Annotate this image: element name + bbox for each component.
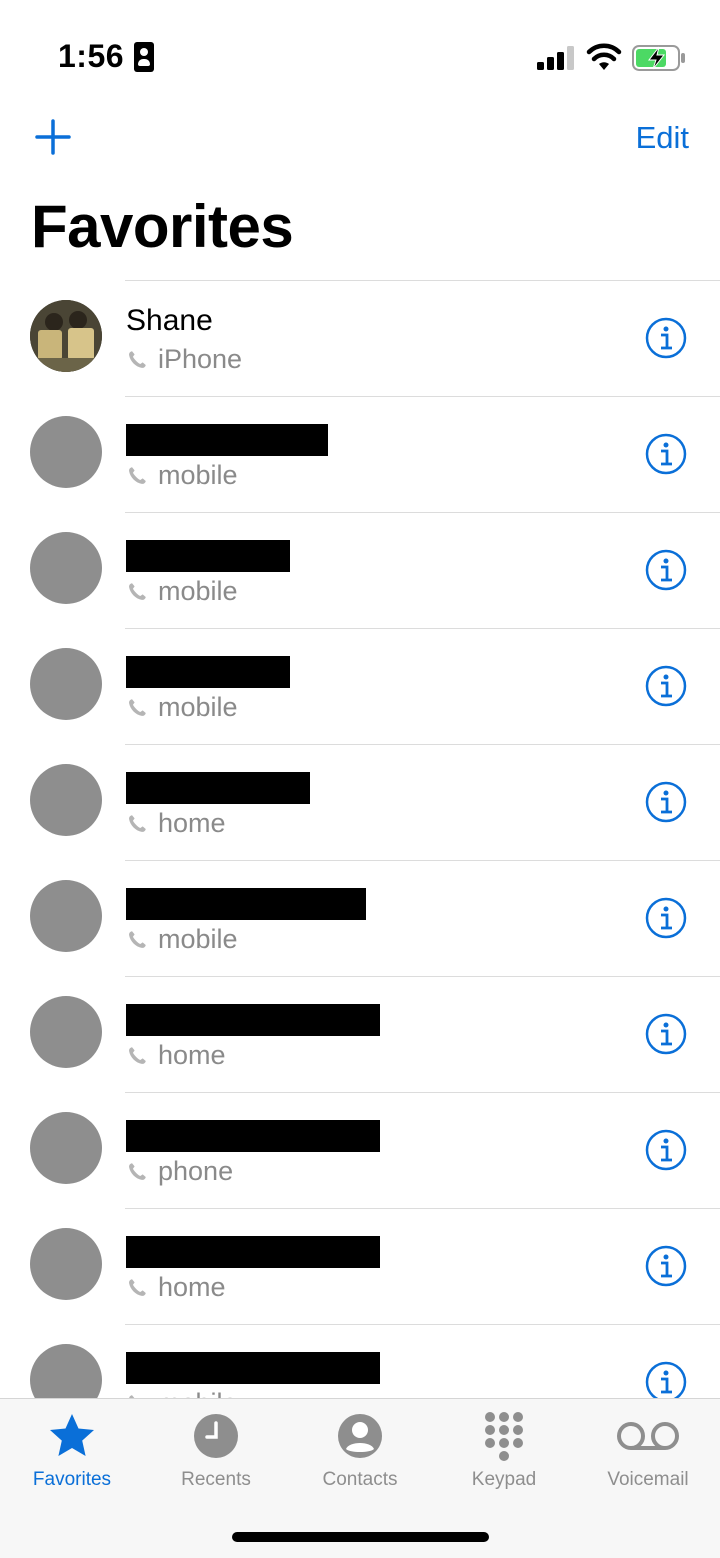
phone-label: home bbox=[158, 1272, 226, 1302]
avatar bbox=[30, 300, 102, 372]
redacted-name bbox=[126, 424, 328, 456]
keypad-icon bbox=[485, 1412, 523, 1461]
info-icon[interactable] bbox=[645, 1245, 687, 1287]
favorite-row[interactable]: phone bbox=[0, 1092, 720, 1208]
redacted-name bbox=[126, 1236, 380, 1268]
favorite-row[interactable]: mobile bbox=[0, 512, 720, 628]
info-icon[interactable] bbox=[645, 317, 687, 359]
phone-label: mobile bbox=[158, 576, 238, 606]
redacted-name bbox=[126, 1004, 380, 1036]
contact-subtitle: phone bbox=[126, 1156, 233, 1187]
phone-label: home bbox=[158, 1040, 226, 1070]
redacted-name bbox=[126, 656, 290, 688]
contact-subtitle: mobile bbox=[126, 924, 238, 955]
phone-icon bbox=[129, 698, 146, 716]
info-icon[interactable] bbox=[645, 1361, 687, 1403]
wifi-icon bbox=[586, 43, 622, 70]
favorite-row[interactable]: home bbox=[0, 976, 720, 1092]
tab-label: Keypad bbox=[471, 1469, 537, 1490]
page-title: Favorites bbox=[31, 193, 294, 260]
person-circle-icon bbox=[338, 1414, 382, 1458]
clock-icon bbox=[194, 1414, 238, 1458]
redacted-name bbox=[126, 1120, 380, 1152]
phone-label: iPhone bbox=[158, 344, 243, 374]
tab-label: Recents bbox=[181, 1469, 251, 1490]
favorite-row[interactable]: mobile bbox=[0, 396, 720, 512]
tab-voicemail[interactable]: Voicemail bbox=[576, 1411, 720, 1501]
avatar bbox=[30, 880, 102, 952]
tab-label: Favorites bbox=[32, 1469, 112, 1490]
phone-label: phone bbox=[158, 1156, 234, 1186]
tab-contacts[interactable]: Contacts bbox=[288, 1411, 432, 1501]
avatar bbox=[30, 648, 102, 720]
info-icon[interactable] bbox=[645, 433, 687, 475]
edit-button[interactable]: Edit bbox=[636, 120, 689, 156]
status-time: 1:56 bbox=[58, 38, 125, 74]
info-icon[interactable] bbox=[645, 897, 687, 939]
redacted-name bbox=[126, 772, 310, 804]
phone-icon bbox=[129, 582, 146, 600]
voicemail-icon bbox=[617, 1422, 679, 1450]
contact-subtitle: home bbox=[126, 1040, 226, 1071]
redacted-name bbox=[126, 888, 366, 920]
battery-charging-icon bbox=[632, 45, 685, 71]
info-icon[interactable] bbox=[645, 665, 687, 707]
avatar bbox=[30, 532, 102, 604]
tab-keypad[interactable]: Keypad bbox=[432, 1411, 576, 1501]
favorites-list: Shane iPhone mobile mobile mobile home m… bbox=[0, 280, 720, 1440]
contact-subtitle: mobile bbox=[126, 692, 238, 723]
tab-label: Voicemail bbox=[607, 1469, 689, 1490]
info-icon[interactable] bbox=[645, 1129, 687, 1171]
favorite-row[interactable]: Shane iPhone bbox=[0, 280, 720, 396]
star-icon bbox=[50, 1414, 94, 1456]
contact-subtitle: home bbox=[126, 1272, 226, 1303]
favorite-row[interactable]: home bbox=[0, 744, 720, 860]
favorite-row[interactable]: mobile bbox=[0, 860, 720, 976]
phone-icon bbox=[129, 1278, 146, 1296]
tab-favorites[interactable]: Favorites bbox=[0, 1411, 144, 1501]
phone-label: home bbox=[158, 808, 226, 838]
info-icon[interactable] bbox=[645, 1013, 687, 1055]
phone-icon bbox=[129, 350, 146, 368]
avatar bbox=[30, 1112, 102, 1184]
phone-label: mobile bbox=[158, 460, 238, 490]
phone-label: mobile bbox=[158, 924, 238, 954]
favorite-row[interactable]: mobile bbox=[0, 628, 720, 744]
cellular-signal-icon bbox=[537, 46, 574, 70]
contact-card-icon bbox=[134, 42, 154, 72]
phone-icon bbox=[129, 814, 146, 832]
contact-subtitle: mobile bbox=[126, 576, 238, 607]
avatar bbox=[30, 416, 102, 488]
redacted-name bbox=[126, 540, 290, 572]
info-icon[interactable] bbox=[645, 781, 687, 823]
add-favorite-button[interactable] bbox=[34, 118, 72, 156]
avatar bbox=[30, 764, 102, 836]
phone-icon bbox=[129, 1162, 146, 1180]
avatar bbox=[30, 1228, 102, 1300]
home-indicator bbox=[232, 1532, 489, 1542]
avatar bbox=[30, 996, 102, 1068]
phone-icon bbox=[129, 1046, 146, 1064]
contact-subtitle: iPhone bbox=[126, 344, 242, 375]
tab-bar: Favorites Recents Contacts Keypad Voicem… bbox=[0, 1398, 720, 1558]
contact-name: Shane bbox=[126, 304, 213, 337]
favorite-row[interactable]: home bbox=[0, 1208, 720, 1324]
status-bar: 1:56 bbox=[0, 0, 720, 110]
info-icon[interactable] bbox=[645, 549, 687, 591]
phone-label: mobile bbox=[158, 692, 238, 722]
phone-icon bbox=[129, 466, 146, 484]
tab-recents[interactable]: Recents bbox=[144, 1411, 288, 1501]
contact-subtitle: mobile bbox=[126, 460, 238, 491]
contact-subtitle: home bbox=[126, 808, 226, 839]
redacted-name bbox=[126, 1352, 380, 1384]
tab-label: Contacts bbox=[322, 1469, 398, 1490]
phone-icon bbox=[129, 930, 146, 948]
